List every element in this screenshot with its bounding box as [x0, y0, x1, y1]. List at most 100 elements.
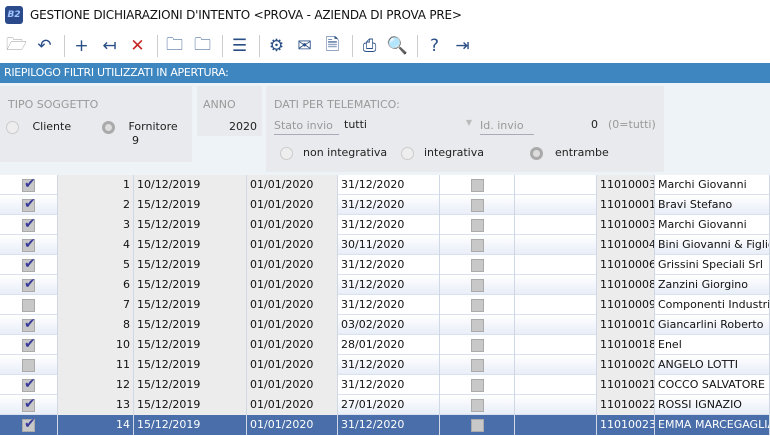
- enabled-checkbox[interactable]: [0, 375, 58, 395]
- enabled-checkbox[interactable]: [0, 295, 58, 315]
- checked-icon[interactable]: [22, 215, 36, 234]
- checked-icon[interactable]: [22, 175, 36, 194]
- add-icon[interactable]: +: [69, 34, 94, 58]
- unchecked-icon[interactable]: [470, 378, 484, 392]
- pdf-icon[interactable]: 🗎: [320, 34, 345, 58]
- flag-checkbox[interactable]: [440, 175, 515, 195]
- unchecked-icon[interactable]: [470, 278, 484, 292]
- table-row[interactable]: 7 15/12/2019 01/01/2020 31/12/2020 11010009 C…: [0, 295, 770, 315]
- open-folder-icon[interactable]: 🗁: [4, 34, 29, 58]
- unchecked-icon[interactable]: [470, 298, 484, 312]
- checked-icon[interactable]: [22, 315, 36, 334]
- fornitore-label: Fornitore: [128, 120, 178, 133]
- flag-checkbox[interactable]: [440, 255, 515, 275]
- unchecked-icon[interactable]: [470, 178, 484, 192]
- flag-checkbox[interactable]: [440, 195, 515, 215]
- print-icon[interactable]: ⎙: [357, 34, 382, 58]
- unchecked-icon[interactable]: [470, 398, 484, 412]
- undo-icon[interactable]: ↶: [32, 34, 57, 58]
- table-row[interactable]: 110/12/201901/01/202031/12/2020 11010003M…: [0, 175, 770, 195]
- flag-checkbox[interactable]: [440, 295, 515, 315]
- unchecked-icon[interactable]: [470, 218, 484, 232]
- unchecked-icon[interactable]: [470, 238, 484, 252]
- checked-icon[interactable]: [22, 395, 36, 414]
- unchecked-icon[interactable]: [22, 298, 35, 312]
- declarations-grid: 110/12/201901/01/202031/12/202011010003M…: [0, 175, 770, 435]
- unchecked-icon[interactable]: [470, 418, 484, 432]
- row-number: 6: [58, 275, 134, 295]
- flag-checkbox[interactable]: [440, 335, 515, 355]
- integrativa-radio[interactable]: integrativa: [401, 146, 484, 160]
- checked-icon[interactable]: [22, 375, 36, 394]
- cliente-radio[interactable]: Cliente: [6, 120, 71, 134]
- stato-invio-select[interactable]: tutti ▼: [344, 118, 472, 131]
- enabled-checkbox[interactable]: [0, 215, 58, 235]
- folder-red-icon[interactable]: 🗀: [190, 34, 215, 58]
- id-invio-field[interactable]: 0: [591, 118, 598, 131]
- enabled-checkbox[interactable]: [0, 235, 58, 255]
- table-row[interactable]: 1015/12/201901/01/202028/01/2020 11010018…: [0, 335, 770, 355]
- enabled-checkbox[interactable]: [0, 255, 58, 275]
- name-cell: ROSSI IGNAZIO: [655, 395, 770, 415]
- unchecked-icon[interactable]: [470, 198, 484, 212]
- anno-field[interactable]: 2020: [229, 120, 257, 133]
- flag-checkbox[interactable]: [440, 355, 515, 375]
- entrambe-radio[interactable]: entrambe: [530, 146, 609, 160]
- table-row[interactable]: 1315/12/201901/01/202027/01/2020 11010022…: [0, 395, 770, 415]
- table-row[interactable]: 315/12/201901/01/202031/12/2020 11010003M…: [0, 215, 770, 235]
- table-row[interactable]: 815/12/201901/01/202003/02/2020 11010010G…: [0, 315, 770, 335]
- non-integrativa-radio[interactable]: non integrativa: [280, 146, 387, 160]
- flag-checkbox[interactable]: [440, 415, 515, 435]
- start-date-cell: 01/01/2020: [247, 335, 338, 355]
- enabled-checkbox[interactable]: [0, 275, 58, 295]
- checked-icon[interactable]: [22, 275, 36, 294]
- enabled-checkbox[interactable]: [0, 315, 58, 335]
- flag-checkbox[interactable]: [440, 395, 515, 415]
- table-row[interactable]: 1415/12/201901/01/202031/12/2020 11010023…: [0, 415, 770, 435]
- enabled-checkbox[interactable]: [0, 415, 58, 435]
- unchecked-icon[interactable]: [470, 258, 484, 272]
- table-row[interactable]: 515/12/201901/01/202031/12/2020 11010006G…: [0, 255, 770, 275]
- name-cell: EMMA MARCEGAGLIA: [655, 415, 770, 435]
- checked-icon[interactable]: [22, 415, 36, 434]
- enabled-checkbox[interactable]: [0, 175, 58, 195]
- flag-checkbox[interactable]: [440, 275, 515, 295]
- checked-icon[interactable]: [22, 235, 36, 254]
- help-icon[interactable]: ?: [422, 34, 447, 58]
- unchecked-icon[interactable]: [470, 318, 484, 332]
- preview-icon[interactable]: 🔍: [385, 34, 410, 58]
- revert-icon[interactable]: ↤: [97, 34, 122, 58]
- anno-panel: ANNO 2020: [197, 86, 262, 136]
- menu-icon[interactable]: ☰: [227, 34, 252, 58]
- mail-download-icon[interactable]: ✉: [292, 34, 317, 58]
- table-row[interactable]: 615/12/201901/01/202031/12/2020 11010008Z…: [0, 275, 770, 295]
- checked-icon[interactable]: [22, 335, 36, 354]
- flag-checkbox[interactable]: [440, 315, 515, 335]
- table-row[interactable]: 1215/12/201901/01/202031/12/2020 11010021…: [0, 375, 770, 395]
- checked-icon[interactable]: [22, 255, 36, 274]
- unchecked-icon[interactable]: [470, 358, 484, 372]
- table-row[interactable]: 415/12/201901/01/202030/11/2020 11010004B…: [0, 235, 770, 255]
- checked-icon[interactable]: [22, 195, 36, 214]
- table-row[interactable]: 11 15/12/2019 01/01/2020 31/12/2020 11010020…: [0, 355, 770, 375]
- empty-cell: [515, 175, 597, 195]
- delete-icon[interactable]: ✕: [125, 34, 150, 58]
- enabled-checkbox[interactable]: [0, 335, 58, 355]
- flag-checkbox[interactable]: [440, 375, 515, 395]
- exit-icon[interactable]: ⇥: [450, 34, 475, 58]
- folder-green-icon[interactable]: 🗀: [162, 34, 187, 58]
- flag-checkbox[interactable]: [440, 215, 515, 235]
- fornitore-radio[interactable]: Fornitore: [102, 120, 178, 134]
- id-invio-label: Id. invio: [480, 119, 534, 135]
- enabled-checkbox[interactable]: [0, 195, 58, 215]
- code-cell: 11010003: [597, 175, 655, 195]
- enabled-checkbox[interactable]: [0, 355, 58, 375]
- date-cell: 15/12/2019: [134, 395, 247, 415]
- enabled-checkbox[interactable]: [0, 395, 58, 415]
- flag-checkbox[interactable]: [440, 235, 515, 255]
- table-row[interactable]: 215/12/201901/01/202031/12/2020 11010001B…: [0, 195, 770, 215]
- settings-icon[interactable]: ⚙: [264, 34, 289, 58]
- unchecked-icon[interactable]: [22, 358, 35, 372]
- empty-cell: [515, 255, 597, 275]
- unchecked-icon[interactable]: [470, 338, 484, 352]
